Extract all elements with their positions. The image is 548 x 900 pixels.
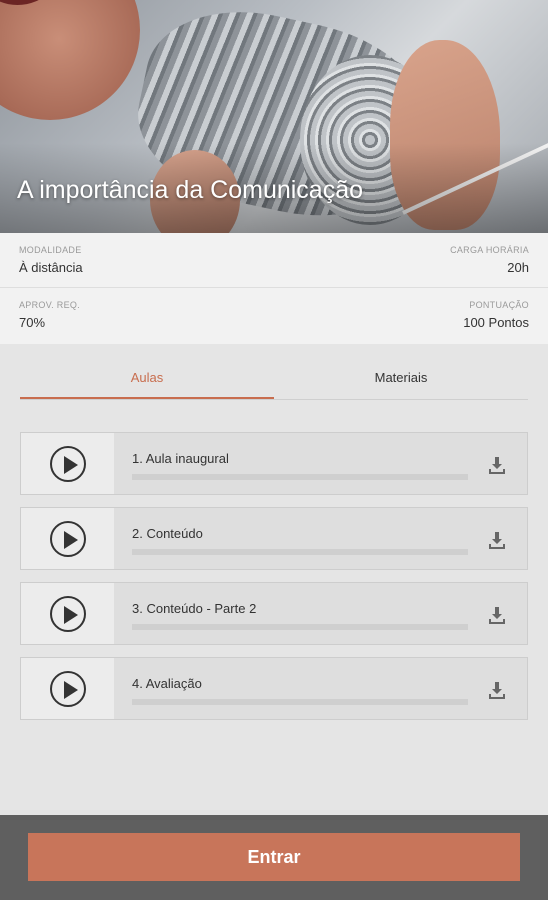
play-circle-icon [49,670,86,707]
carga-horaria-value: 20h [507,260,529,275]
modalidade-value: À distância [19,260,83,275]
lesson-progress-bar [132,624,468,630]
lesson-title: 2. Conteúdo [132,526,203,541]
play-circle-icon [49,445,86,482]
play-circle-icon [49,595,86,632]
footer-bar: Entrar [0,815,548,900]
lesson-progress-bar [132,474,468,480]
aprovacao-label: APROV. REQ. [19,300,80,310]
enter-button[interactable]: Entrar [28,833,520,881]
play-button[interactable] [21,508,114,569]
course-banner: A importância da Comunicação [0,0,548,233]
list-item[interactable]: 1. Aula inaugural [20,432,528,495]
list-item[interactable]: 2. Conteúdo [20,507,528,570]
lesson-progress-bar [132,699,468,705]
list-item[interactable]: 4. Avaliação [20,657,528,720]
lesson-title: 3. Conteúdo - Parte 2 [132,601,257,616]
play-button[interactable] [21,583,114,644]
lesson-title: 4. Avaliação [132,676,202,691]
course-title: A importância da Comunicação [17,176,364,204]
download-icon[interactable] [487,530,507,550]
list-item[interactable]: 3. Conteúdo - Parte 2 [20,582,528,645]
modalidade-label: MODALIDADE [19,245,82,255]
lesson-title: 1. Aula inaugural [132,451,229,466]
lesson-progress-bar [132,549,468,555]
aprovacao: APROV. REQ. 70% [19,300,80,344]
tab-aulas[interactable]: Aulas [20,360,274,399]
banner-photo-face [0,0,140,120]
carga-horaria: CARGA HORÁRIA 20h [450,245,529,287]
info-row-1: MODALIDADE À distância CARGA HORÁRIA 20h [0,233,548,288]
content-tabs: Aulas Materiais [20,360,528,400]
carga-horaria-label: CARGA HORÁRIA [450,245,529,255]
aprovacao-value: 70% [19,315,46,330]
pontuacao-label: PONTUAÇÃO [469,300,529,310]
info-row-2: APROV. REQ. 70% PONTUAÇÃO 100 Pontos [0,288,548,344]
pontuacao-value: 100 Pontos [463,315,529,330]
download-icon[interactable] [487,455,507,475]
tab-materiais[interactable]: Materiais [274,360,528,399]
modalidade: MODALIDADE À distância [19,245,83,287]
download-icon[interactable] [487,605,507,625]
download-icon[interactable] [487,680,507,700]
lesson-list: 1. Aula inaugural 2. Conteúdo 3. Conteúd… [20,432,528,720]
pontuacao: PONTUAÇÃO 100 Pontos [463,300,529,344]
play-button[interactable] [21,433,114,494]
play-button[interactable] [21,658,114,719]
course-info: MODALIDADE À distância CARGA HORÁRIA 20h… [0,233,548,344]
play-circle-icon [49,520,86,557]
